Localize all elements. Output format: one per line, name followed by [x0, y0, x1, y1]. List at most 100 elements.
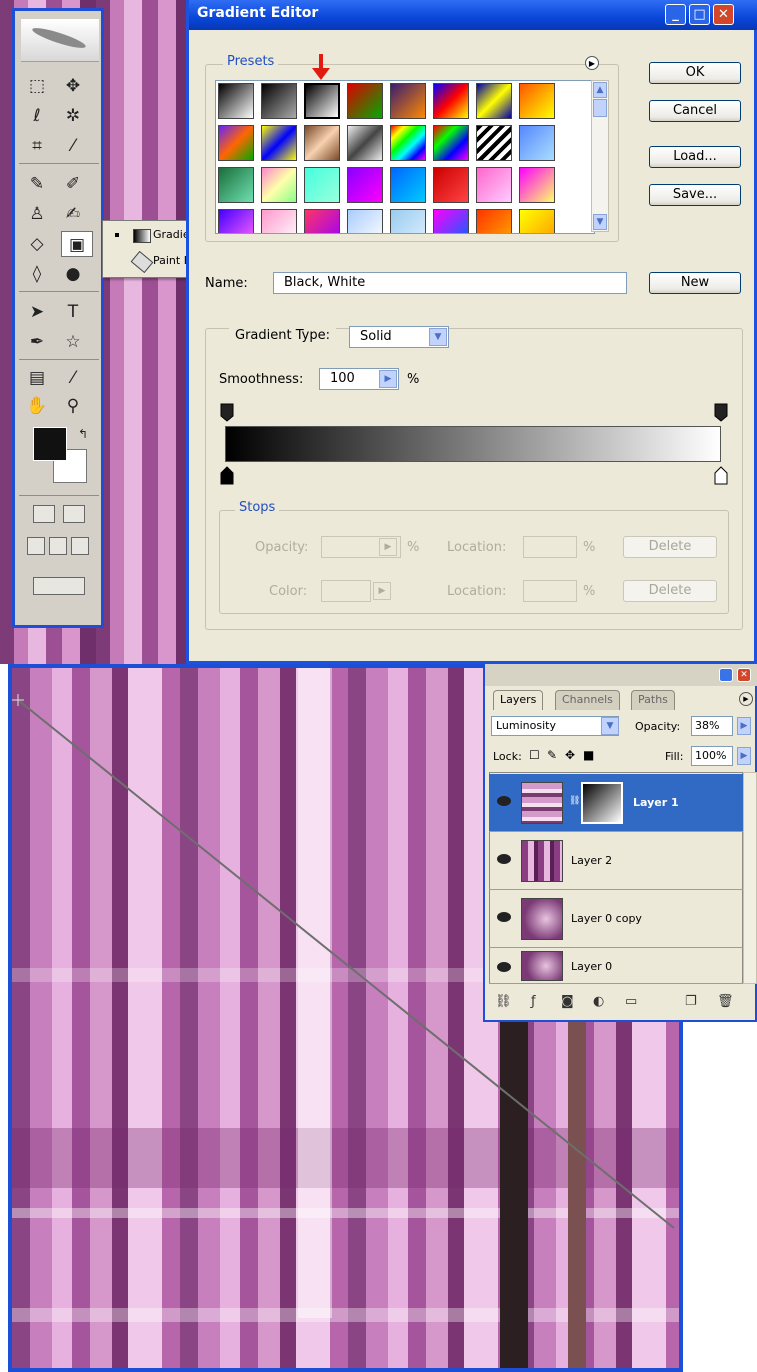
- new-button[interactable]: New: [649, 272, 741, 294]
- quick-mask-mode-icon[interactable]: [63, 505, 85, 523]
- ok-button[interactable]: OK: [649, 62, 741, 84]
- preset-swatch[interactable]: [476, 83, 512, 119]
- visibility-eye-icon[interactable]: [497, 854, 511, 864]
- minimize-icon[interactable]: [719, 668, 733, 682]
- close-icon[interactable]: ✕: [737, 668, 751, 682]
- blur-tool-icon[interactable]: ◊: [21, 261, 53, 287]
- visibility-eye-icon[interactable]: [497, 796, 511, 806]
- cancel-button[interactable]: Cancel: [649, 100, 741, 122]
- eyedropper-tool-icon[interactable]: ⁄: [57, 365, 89, 391]
- preset-swatch[interactable]: [476, 209, 512, 233]
- layer-row-layer-0-copy[interactable]: Layer 0 copy: [489, 890, 743, 948]
- preset-swatch[interactable]: [476, 167, 512, 203]
- preset-swatch[interactable]: [347, 83, 383, 119]
- preset-swatch[interactable]: [218, 125, 254, 161]
- add-mask-icon[interactable]: ◙: [561, 994, 574, 1009]
- jump-to-imageready-icon[interactable]: [33, 577, 85, 595]
- preset-swatch[interactable]: [261, 167, 297, 203]
- shape-tool-icon[interactable]: ☆: [57, 329, 89, 355]
- slice-tool-icon[interactable]: ⁄: [57, 133, 89, 159]
- preset-swatch[interactable]: [218, 209, 254, 233]
- photoshop-feather-logo[interactable]: [21, 19, 99, 62]
- panel-menu-icon[interactable]: ▶: [739, 692, 753, 706]
- smoothness-slider-arrow-icon[interactable]: ▶: [379, 370, 397, 388]
- clone-stamp-tool-icon[interactable]: ♙: [21, 201, 53, 227]
- notes-tool-icon[interactable]: ▤: [21, 365, 53, 391]
- layer-mask-thumbnail[interactable]: [581, 782, 623, 824]
- tab-channels[interactable]: Channels: [555, 690, 620, 710]
- visibility-eye-icon[interactable]: [497, 912, 511, 922]
- layers-panel-titlebar[interactable]: ✕: [485, 664, 757, 686]
- opacity-arrow-icon[interactable]: ▶: [737, 717, 751, 735]
- preset-swatch-selected[interactable]: [304, 83, 340, 119]
- color-location-field[interactable]: [523, 580, 577, 602]
- preset-swatch[interactable]: [433, 83, 469, 119]
- preset-swatch[interactable]: [304, 167, 340, 203]
- blend-mode-select[interactable]: Luminosity: [491, 716, 619, 736]
- standard-mode-icon[interactable]: [33, 505, 55, 523]
- preset-swatch[interactable]: [261, 209, 297, 233]
- type-tool-icon[interactable]: T: [57, 299, 89, 325]
- preset-swatch[interactable]: [304, 125, 340, 161]
- layer-row-layer-0[interactable]: Layer 0: [489, 948, 743, 984]
- preset-swatch[interactable]: [390, 209, 426, 233]
- color-stop-left[interactable]: [219, 466, 235, 486]
- load-button[interactable]: Load...: [649, 146, 741, 168]
- color-stop-right[interactable]: [713, 466, 729, 486]
- lasso-tool-icon[interactable]: ℓ: [21, 103, 53, 129]
- preset-swatch[interactable]: [433, 125, 469, 161]
- full-screen-mode-icon[interactable]: [71, 537, 89, 555]
- gradient-tool-icon[interactable]: ▣: [61, 231, 93, 257]
- preset-swatch[interactable]: [519, 167, 555, 203]
- delete-color-stop-button[interactable]: Delete: [623, 580, 717, 602]
- delete-opacity-stop-button[interactable]: Delete: [623, 536, 717, 558]
- marquee-tool-icon[interactable]: ⬚: [21, 73, 53, 99]
- preset-swatch[interactable]: [390, 125, 426, 161]
- opacity-stop-left[interactable]: [219, 402, 235, 422]
- full-screen-menu-mode-icon[interactable]: [49, 537, 67, 555]
- preset-swatch[interactable]: [261, 125, 297, 161]
- standard-screen-mode-icon[interactable]: [27, 537, 45, 555]
- preset-swatch[interactable]: [390, 167, 426, 203]
- new-group-icon[interactable]: ▭: [625, 994, 637, 1009]
- presets-scrollbar[interactable]: ▲ ▼: [591, 80, 609, 232]
- hand-tool-icon[interactable]: ✋: [21, 393, 53, 419]
- preset-swatch[interactable]: [304, 209, 340, 233]
- dialog-titlebar[interactable]: Gradient Editor _ □ ✕: [189, 0, 757, 30]
- tab-layers[interactable]: Layers: [493, 690, 544, 710]
- trash-icon[interactable]: 🗑: [717, 994, 734, 1009]
- preset-swatch[interactable]: [347, 167, 383, 203]
- scroll-down-icon[interactable]: ▼: [593, 214, 607, 230]
- opacity-stop-right[interactable]: [713, 402, 729, 422]
- preset-swatch[interactable]: [476, 125, 512, 161]
- fill-field[interactable]: 100%: [691, 746, 733, 766]
- dodge-tool-icon[interactable]: ●: [57, 261, 89, 287]
- adjustment-layer-icon[interactable]: ◐: [593, 994, 604, 1009]
- preset-swatch[interactable]: [519, 125, 555, 161]
- zoom-tool-icon[interactable]: ⚲: [57, 393, 89, 419]
- preset-swatch[interactable]: [433, 167, 469, 203]
- maximize-icon[interactable]: □: [689, 4, 710, 25]
- color-menu-arrow-icon[interactable]: ▶: [373, 582, 391, 600]
- chevron-down-icon[interactable]: ▼: [429, 328, 447, 346]
- scroll-up-icon[interactable]: ▲: [593, 82, 607, 98]
- foreground-color-swatch[interactable]: [33, 427, 67, 461]
- preset-swatch[interactable]: [433, 209, 469, 233]
- layer-row-layer-1[interactable]: ⛓ Layer 1: [489, 774, 743, 832]
- preset-swatch[interactable]: [218, 167, 254, 203]
- magic-wand-tool-icon[interactable]: ✲: [57, 103, 89, 129]
- tab-paths[interactable]: Paths: [631, 690, 675, 710]
- preset-swatch[interactable]: [519, 209, 555, 233]
- preset-swatch[interactable]: [347, 125, 383, 161]
- move-tool-icon[interactable]: ✥: [57, 73, 89, 99]
- fill-arrow-icon[interactable]: ▶: [737, 747, 751, 765]
- preset-swatch[interactable]: [218, 83, 254, 119]
- link-chain-icon[interactable]: ⛓: [569, 796, 580, 806]
- stop-color-swatch[interactable]: [321, 580, 371, 602]
- layer-style-icon[interactable]: ƒ: [531, 994, 536, 1009]
- opacity-field[interactable]: 38%: [691, 716, 733, 736]
- crop-tool-icon[interactable]: ⌗: [21, 133, 53, 159]
- swap-colors-icon[interactable]: ↰: [67, 421, 99, 447]
- lock-transparent-icon[interactable]: ☐: [529, 748, 540, 762]
- path-selection-tool-icon[interactable]: ➤: [21, 299, 53, 325]
